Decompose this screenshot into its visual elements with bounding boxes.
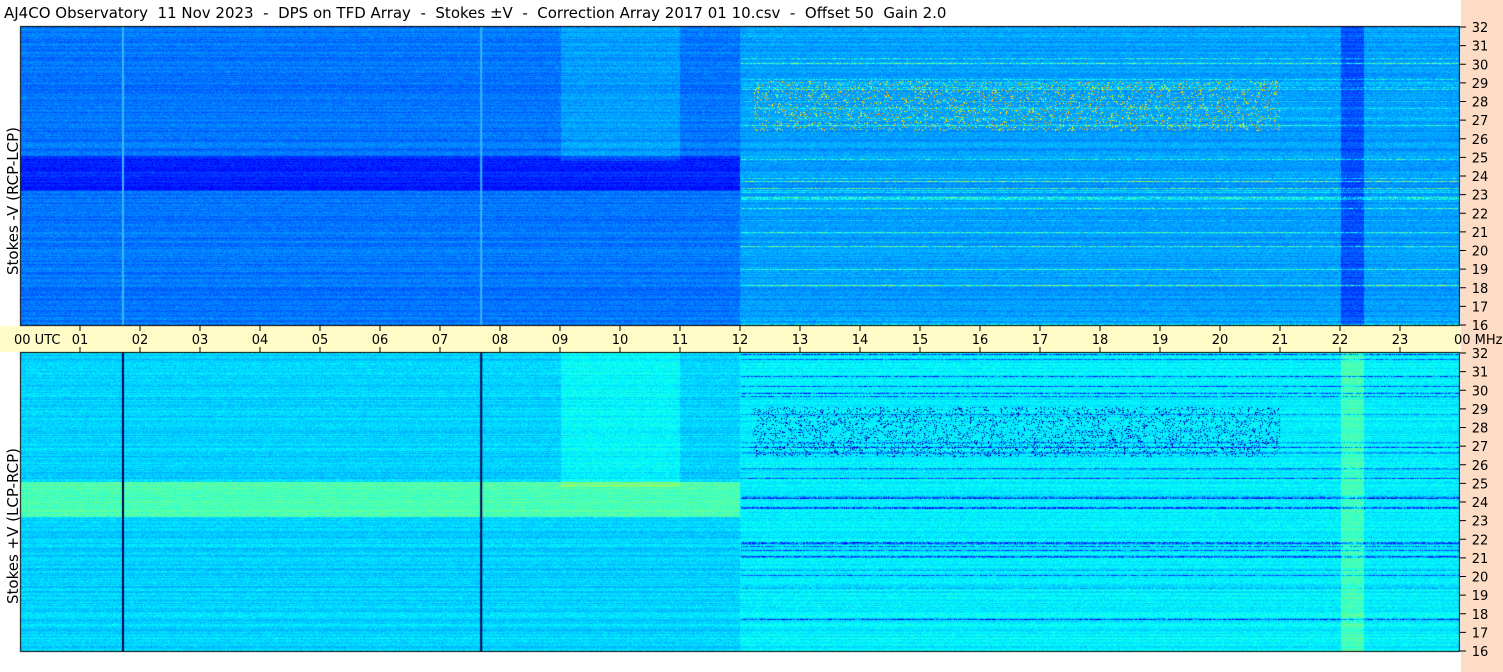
- time-tick-label-11: 12: [732, 333, 749, 348]
- y-tick-label-0-7: 25: [1472, 151, 1489, 166]
- lower-y-axis-label: Stokes +V (LCP-RCP): [4, 448, 22, 604]
- time-tick-label-4: 05: [312, 333, 329, 348]
- time-tick-label-21: 22: [1332, 333, 1349, 348]
- y-tick-label-0-6: 26: [1472, 133, 1489, 148]
- y-tick-label-0-8: 24: [1472, 170, 1489, 185]
- y-tick-label-1-7: 25: [1472, 477, 1489, 492]
- time-tick-label-3: 04: [252, 333, 269, 348]
- time-tick-label-6: 07: [432, 333, 449, 348]
- y-tick-label-1-1: 31: [1472, 366, 1489, 381]
- y-tick-label-0-15: 17: [1472, 300, 1489, 315]
- time-tick-label-22: 23: [1392, 333, 1409, 348]
- y-tick-label-0-0: 32: [1472, 21, 1489, 36]
- y-tick-label-0-4: 28: [1472, 96, 1489, 111]
- upper-y-axis-label: Stokes -V (RCP-LCP): [4, 127, 22, 275]
- y-tick-label-1-6: 26: [1472, 459, 1489, 474]
- time-tick-label-15: 16: [972, 333, 989, 348]
- y-tick-label-0-3: 29: [1472, 77, 1489, 92]
- y-tick-label-1-13: 19: [1472, 589, 1489, 604]
- time-tick-label-18: 19: [1152, 333, 1169, 348]
- time-tick-label-8: 09: [552, 333, 569, 348]
- y-tick-label-0-16: 16: [1472, 319, 1489, 334]
- y-tick-label-0-12: 20: [1472, 245, 1489, 260]
- y-tick-label-1-14: 18: [1472, 608, 1489, 623]
- time-tick-label-2: 03: [192, 333, 209, 348]
- y-tick-label-1-0: 32: [1472, 347, 1489, 362]
- y-tick-label-1-5: 27: [1472, 440, 1489, 455]
- chart-title: AJ4CO Observatory 11 Nov 2023 - DPS on T…: [4, 4, 947, 22]
- time-tick-label-19: 20: [1212, 333, 1229, 348]
- time-tick-label-0: 01: [72, 333, 89, 348]
- time-tick-label-12: 13: [792, 333, 809, 348]
- time-tick-label-10: 11: [672, 333, 689, 348]
- y-tick-label-1-11: 21: [1472, 552, 1489, 567]
- y-tick-label-0-9: 23: [1472, 189, 1489, 204]
- axes-overlay: 32 31 30 29 28 27 26 25 24 23 22 21 20 19 18 17 16 32 31 30…: [14, 21, 1503, 660]
- y-tick-label-0-2: 30: [1472, 58, 1489, 73]
- time-axis-end-label: 00 MHz: [1454, 333, 1503, 348]
- time-tick-label-13: 14: [852, 333, 869, 348]
- y-tick-label-1-16: 16: [1472, 645, 1489, 660]
- y-tick-label-0-11: 21: [1472, 226, 1489, 241]
- time-tick-label-14: 15: [912, 333, 929, 348]
- y-tick-label-0-13: 19: [1472, 263, 1489, 278]
- time-axis-start-label: 00 UTC: [14, 333, 60, 348]
- y-tick-label-1-3: 29: [1472, 403, 1489, 418]
- time-tick-label-9: 10: [612, 333, 629, 348]
- y-tick-label-1-8: 24: [1472, 496, 1489, 511]
- y-tick-label-1-15: 17: [1472, 626, 1489, 641]
- time-tick-label-17: 18: [1092, 333, 1109, 348]
- y-tick-label-1-4: 28: [1472, 422, 1489, 437]
- y-tick-label-0-14: 18: [1472, 282, 1489, 297]
- time-tick-label-16: 17: [1032, 333, 1049, 348]
- time-tick-label-20: 21: [1272, 333, 1289, 348]
- time-tick-label-1: 02: [132, 333, 149, 348]
- time-tick-label-5: 06: [372, 333, 389, 348]
- y-tick-label-1-12: 20: [1472, 571, 1489, 586]
- y-tick-label-0-5: 27: [1472, 114, 1489, 129]
- y-tick-label-1-2: 30: [1472, 384, 1489, 399]
- y-tick-label-0-10: 22: [1472, 207, 1489, 222]
- y-tick-label-1-10: 22: [1472, 533, 1489, 548]
- time-tick-label-7: 08: [492, 333, 509, 348]
- y-tick-label-1-9: 23: [1472, 515, 1489, 530]
- y-tick-label-0-1: 31: [1472, 40, 1489, 55]
